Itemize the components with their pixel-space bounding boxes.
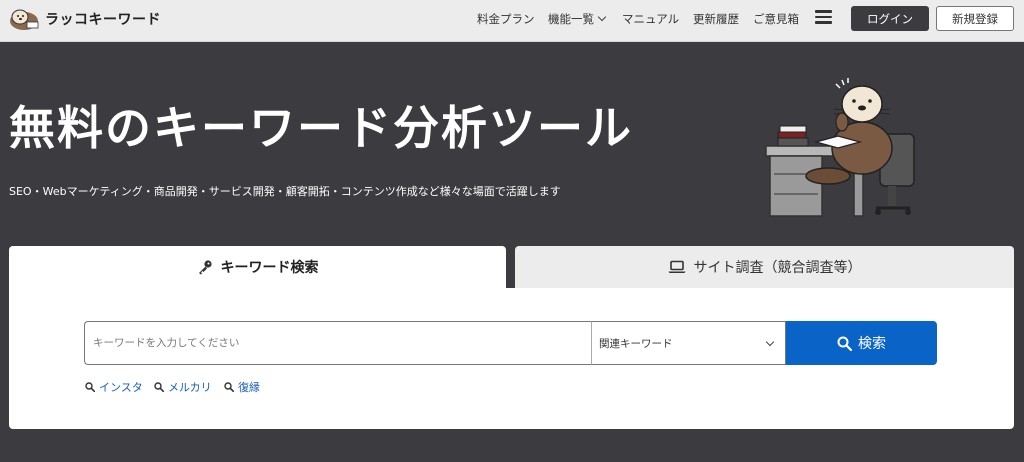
suggestion-link[interactable]: 復縁 bbox=[224, 379, 260, 395]
search-icon bbox=[837, 336, 852, 351]
tab-site-research-label: サイト調査（競合調査等） bbox=[693, 260, 862, 276]
nav-pricing[interactable]: 料金プラン bbox=[477, 11, 535, 27]
chevron-down-icon bbox=[597, 12, 607, 22]
key-icon bbox=[198, 260, 212, 275]
search-button[interactable]: 検索 bbox=[786, 321, 937, 365]
search-icon bbox=[224, 382, 234, 392]
logo-text: ラッコキーワード bbox=[45, 12, 161, 28]
login-button[interactable]: ログイン bbox=[851, 6, 929, 31]
tab-keyword-search-label: キーワード検索 bbox=[220, 260, 319, 276]
suggestion-label: 復縁 bbox=[238, 381, 260, 394]
chevron-down-icon bbox=[765, 337, 775, 347]
tab-site-research[interactable]: サイト調査（競合調査等） bbox=[515, 246, 1014, 288]
search-button-label: 検索 bbox=[858, 336, 886, 352]
tab-keyword-search[interactable]: キーワード検索 bbox=[9, 246, 506, 288]
suggestion-link[interactable]: インスタ bbox=[85, 379, 143, 395]
nav-manual[interactable]: マニュアル bbox=[622, 11, 679, 27]
laptop-icon bbox=[668, 260, 685, 273]
suggestion-link[interactable]: メルカリ bbox=[154, 379, 212, 395]
nav-features-label: 機能一覧 bbox=[548, 12, 594, 26]
search-icon bbox=[85, 382, 95, 392]
hero-subtitle: SEO・Webマーケティング・商品開発・サービス開発・顧客開拓・コンテンツ作成な… bbox=[9, 185, 561, 198]
register-button[interactable]: 新規登録 bbox=[936, 6, 1014, 31]
menu-icon[interactable] bbox=[815, 10, 832, 24]
suggestion-label: メルカリ bbox=[168, 381, 212, 394]
nav-feedback[interactable]: ご意見箱 bbox=[753, 11, 799, 27]
otter-at-desk-illustration bbox=[765, 78, 915, 217]
site-header: ラッコキーワード 料金プラン 機能一覧 マニュアル 更新履歴 ご意見箱 ログイン… bbox=[0, 0, 1024, 42]
site-logo[interactable]: ラッコキーワード bbox=[7, 4, 161, 34]
suggestion-label: インスタ bbox=[99, 381, 143, 394]
nav-features[interactable]: 機能一覧 bbox=[548, 11, 607, 27]
search-icon bbox=[154, 382, 164, 392]
otter-logo-icon bbox=[10, 9, 39, 30]
search-type-value: 関連キーワード bbox=[599, 337, 673, 350]
keyword-search-input[interactable] bbox=[84, 321, 592, 365]
nav-changelog[interactable]: 更新履歴 bbox=[693, 11, 739, 27]
hero-title: 無料のキーワード分析ツール bbox=[9, 101, 633, 155]
search-type-select[interactable]: 関連キーワード bbox=[591, 321, 786, 365]
